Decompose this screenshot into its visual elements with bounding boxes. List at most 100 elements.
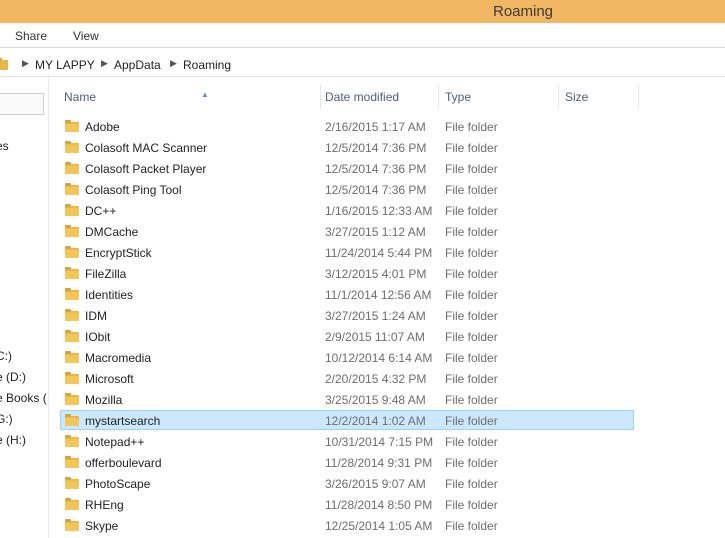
file-date-modified: 11/28/2014 8:50 PM: [325, 498, 433, 512]
file-type: File folder: [445, 204, 498, 218]
file-row[interactable]: Mozilla 3/25/2015 9:48 AM File folder: [60, 389, 634, 409]
navigation-pane: es C:) e (D:) e Books ( G:) e (H:): [0, 77, 49, 538]
file-name: mystartsearch: [85, 414, 161, 428]
file-row[interactable]: Colasoft Packet Player 12/5/2014 7:36 PM F…: [60, 158, 634, 178]
column-header-date[interactable]: Date modified: [325, 85, 435, 109]
folder-icon: [65, 120, 79, 132]
folder-icon: [65, 162, 79, 174]
file-date-modified: 12/5/2014 7:36 PM: [325, 162, 427, 176]
folder-icon: [65, 414, 79, 426]
folder-icon: [65, 204, 79, 216]
file-type: File folder: [445, 372, 498, 386]
nav-search-box[interactable]: [0, 93, 44, 115]
column-divider[interactable]: [438, 85, 439, 109]
ribbon-tabs: Share View: [0, 23, 725, 48]
file-row[interactable]: Notepad++ 10/31/2014 7:15 PM File folder: [60, 431, 634, 451]
column-header-type[interactable]: Type: [445, 85, 555, 109]
column-divider[interactable]: [558, 85, 559, 109]
file-date-modified: 10/31/2014 7:15 PM: [325, 435, 434, 449]
file-date-modified: 1/16/2015 12:33 AM: [325, 204, 433, 218]
file-type: File folder: [445, 162, 498, 176]
file-type: File folder: [445, 456, 498, 470]
nav-item[interactable]: es: [0, 139, 9, 153]
file-row[interactable]: EncryptStick 11/24/2014 5:44 PM File folde…: [60, 242, 634, 262]
file-type: File folder: [445, 519, 498, 533]
file-name: Identities: [85, 288, 134, 302]
file-name: PhotoScape: [85, 477, 151, 491]
folder-icon: [65, 330, 79, 342]
file-type: File folder: [445, 120, 498, 134]
file-name: Microsoft: [85, 372, 134, 386]
file-row[interactable]: RHEng 11/28/2014 8:50 PM File folder: [60, 494, 634, 514]
file-row[interactable]: FileZilla 3/12/2015 4:01 PM File folder: [60, 263, 634, 283]
file-row[interactable]: IObit 2/9/2015 11:07 AM File folder: [60, 326, 634, 346]
folder-icon: [65, 309, 79, 321]
nav-item-drive-c[interactable]: C:): [0, 349, 12, 363]
file-row[interactable]: DC++ 1/16/2015 12:33 AM File folder: [60, 200, 634, 220]
file-row[interactable]: Colasoft MAC Scanner 12/5/2014 7:36 PM Fil…: [60, 137, 634, 157]
file-date-modified: 2/20/2015 4:32 PM: [325, 372, 427, 386]
file-type: File folder: [445, 414, 498, 428]
file-row[interactable]: PhotoScape 3/26/2015 9:07 AM File folder: [60, 473, 634, 493]
window-title: Roaming: [493, 3, 554, 20]
nav-item-drive-h[interactable]: e (H:): [0, 433, 26, 447]
file-date-modified: 3/27/2015 1:24 AM: [325, 309, 426, 323]
file-row[interactable]: Adobe 2/16/2015 1:17 AM File folder: [60, 116, 634, 136]
folder-icon: [0, 58, 8, 70]
address-bar[interactable]: ▶ MY LAPPY ▶ AppData ▶ Roaming: [0, 52, 725, 77]
file-name: Colasoft Packet Player: [85, 162, 207, 176]
column-header-type-label: Type: [445, 90, 472, 104]
file-type: File folder: [445, 330, 498, 344]
file-date-modified: 12/2/2014 1:02 AM: [325, 414, 426, 428]
file-row[interactable]: Microsoft 2/20/2015 4:32 PM File folder: [60, 368, 634, 388]
column-header-size[interactable]: Size: [565, 85, 635, 109]
folder-icon: [65, 246, 79, 258]
column-header-size-label: Size: [565, 90, 589, 104]
file-row[interactable]: Skype 12/25/2014 1:05 AM File folder: [60, 515, 634, 535]
tab-share[interactable]: Share: [15, 29, 47, 43]
file-row[interactable]: DMCache 3/27/2015 1:12 AM File folder: [60, 221, 634, 241]
file-type: File folder: [445, 477, 498, 491]
file-type: File folder: [445, 351, 498, 365]
folder-icon: [65, 267, 79, 279]
file-type: File folder: [445, 246, 498, 260]
tab-view[interactable]: View: [73, 29, 99, 43]
file-row[interactable]: offerboulevard 11/28/2014 9:31 PM File fol…: [60, 452, 634, 472]
breadcrumb-separator-icon[interactable]: ▶: [170, 58, 177, 69]
file-row[interactable]: IDM 3/27/2015 1:24 AM File folder: [60, 305, 634, 325]
breadcrumb-appdata[interactable]: AppData: [114, 58, 161, 72]
file-row[interactable]: mystartsearch 12/2/2014 1:02 AM File folde…: [60, 410, 634, 430]
breadcrumb-my-lappy[interactable]: MY LAPPY: [35, 58, 95, 72]
file-name: IDM: [85, 309, 107, 323]
file-type: File folder: [445, 288, 498, 302]
folder-icon: [65, 477, 79, 489]
folder-icon: [65, 288, 79, 300]
folder-icon: [65, 519, 79, 531]
folder-icon: [65, 141, 79, 153]
file-date-modified: 3/26/2015 9:07 AM: [325, 477, 426, 491]
breadcrumb-separator-icon[interactable]: ▶: [101, 58, 108, 69]
column-header-name[interactable]: Name ▲: [64, 85, 314, 109]
column-divider[interactable]: [320, 85, 321, 109]
file-type: File folder: [445, 141, 498, 155]
file-name: Colasoft Ping Tool: [85, 183, 182, 197]
file-name: IObit: [85, 330, 111, 344]
file-name: offerboulevard: [85, 456, 162, 470]
nav-item-drive-g[interactable]: G:): [0, 412, 13, 426]
file-date-modified: 3/12/2015 4:01 PM: [325, 267, 427, 281]
file-name: Mozilla: [85, 393, 123, 407]
file-name: DMCache: [85, 225, 139, 239]
file-row[interactable]: Macromedia 10/12/2014 6:14 AM File folder: [60, 347, 634, 367]
file-type: File folder: [445, 183, 498, 197]
file-type: File folder: [445, 498, 498, 512]
column-divider[interactable]: [638, 85, 639, 109]
file-row[interactable]: Colasoft Ping Tool 12/5/2014 7:36 PM File …: [60, 179, 634, 199]
breadcrumb-separator-icon[interactable]: ▶: [22, 58, 29, 69]
file-name: EncryptStick: [85, 246, 152, 260]
file-row[interactable]: Identities 11/1/2014 12:56 AM File folder: [60, 284, 634, 304]
nav-item-drive-d[interactable]: e (D:): [0, 370, 26, 384]
nav-item-books[interactable]: e Books (: [0, 391, 47, 405]
folder-icon: [65, 498, 79, 510]
breadcrumb-roaming[interactable]: Roaming: [183, 58, 231, 72]
sort-ascending-icon: ▲: [201, 90, 209, 99]
